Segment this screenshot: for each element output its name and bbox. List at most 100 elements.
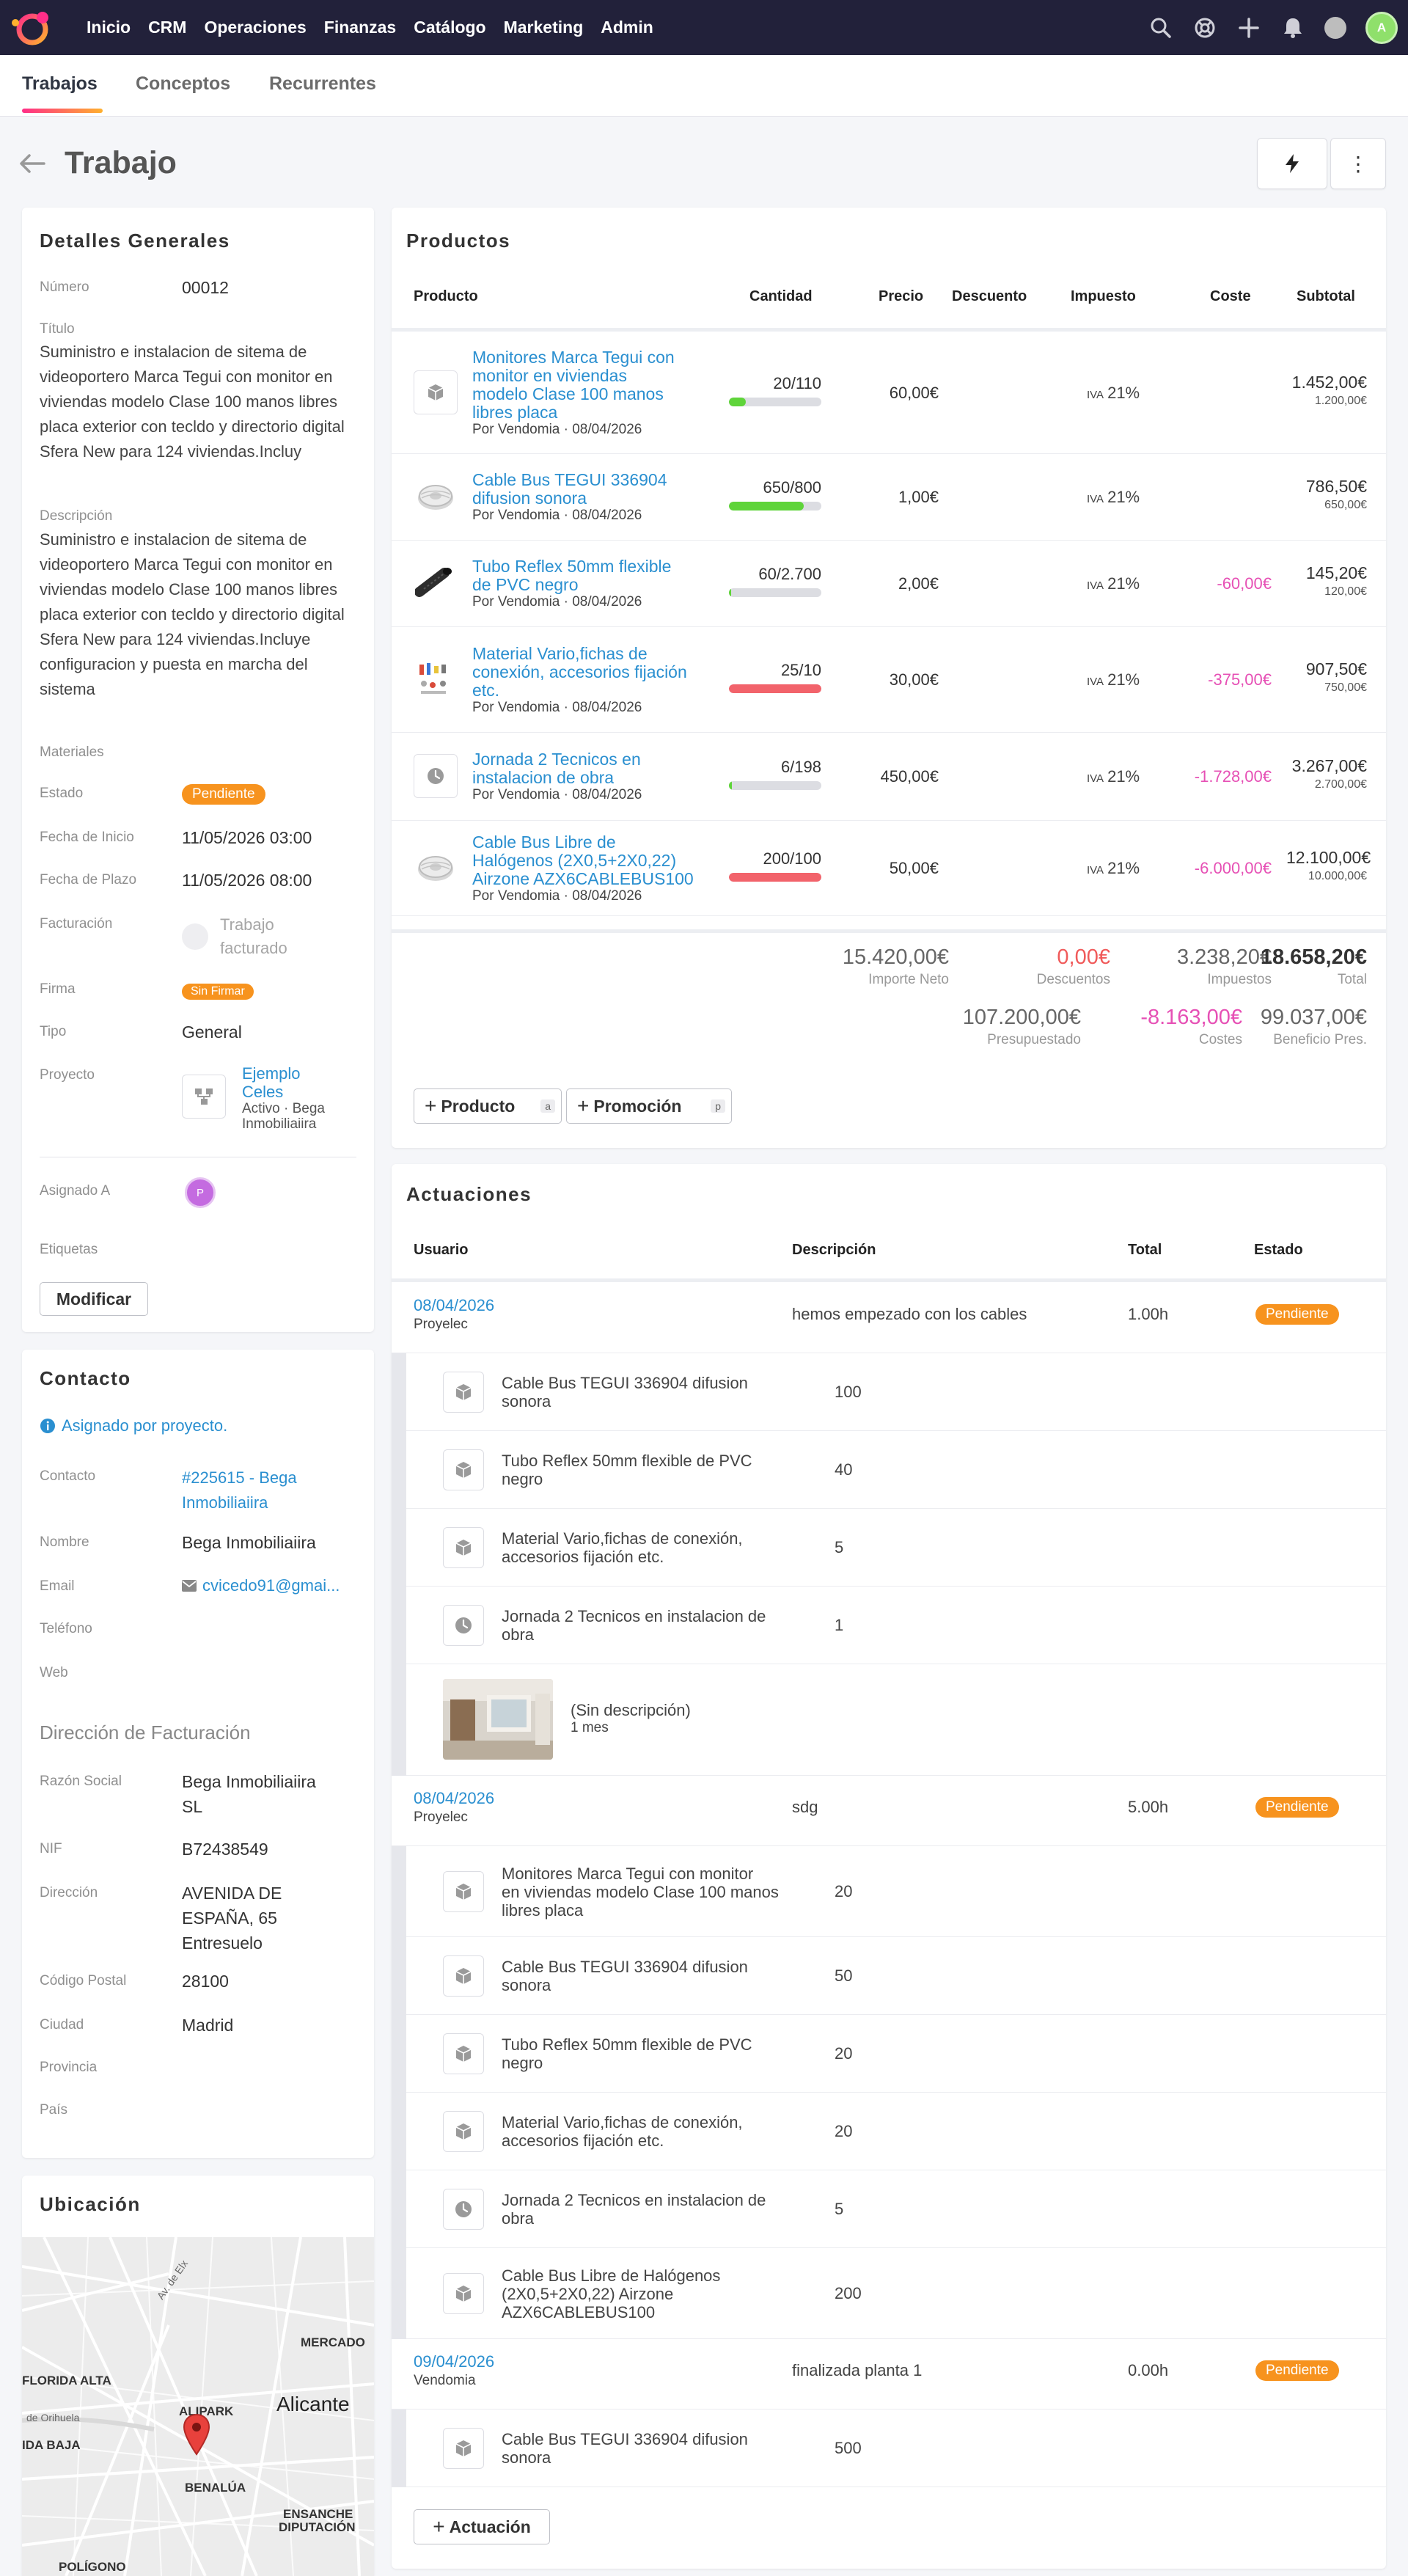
material-thumb xyxy=(414,657,458,701)
asignado-label: Asignado A xyxy=(40,1183,111,1199)
add-promotion-button[interactable]: + Promoción p xyxy=(566,1088,732,1124)
actuacion-item-name: Cable Bus TEGUI 336904 difusion sonora xyxy=(502,1374,824,1410)
product-row[interactable]: Monitores Marca Tegui con monitor en vivi… xyxy=(392,332,1386,454)
contact-link[interactable]: #225615 - Bega Inmobiliaiira xyxy=(182,1466,297,1515)
project-link[interactable]: Ejemplo Celes xyxy=(242,1064,300,1101)
menu-inicio[interactable]: Inicio xyxy=(87,18,131,37)
qty-progress-fill xyxy=(729,684,821,693)
actuacion-item: Material Vario,fichas de conexión, acceso… xyxy=(406,2093,1386,2170)
actuacion-date-link[interactable]: 09/04/2026 xyxy=(414,2352,494,2371)
estado-badge[interactable]: Pendiente xyxy=(182,784,265,805)
menu-marketing[interactable]: Marketing xyxy=(504,18,584,37)
modificar-button[interactable]: Modificar xyxy=(40,1282,148,1316)
product-tax: IVA 21% xyxy=(1087,384,1140,403)
tax-rate: 21% xyxy=(1107,488,1140,506)
actuacion-row[interactable]: 08/04/2026 Proyelec hemos empezado con l… xyxy=(392,1283,1386,1353)
tax-prefix: IVA xyxy=(1087,389,1104,401)
add-product-button[interactable]: + Producto a xyxy=(414,1088,562,1124)
quick-actions-button[interactable] xyxy=(1257,138,1327,189)
actuacion-state-badge[interactable]: Pendiente xyxy=(1255,1304,1339,1325)
info-icon xyxy=(40,1419,55,1433)
group-indent-bar xyxy=(392,1846,406,2339)
actuacion-date-link[interactable]: 08/04/2026 xyxy=(414,1789,494,1808)
actuacion-photo-item[interactable]: (Sin descripción) 1 mes xyxy=(406,1664,1386,1776)
pais-label: País xyxy=(40,2102,68,2118)
details-title: Detalles Generales xyxy=(40,230,230,252)
product-subtotal: 3.267,00€ xyxy=(1291,756,1367,775)
product-row[interactable]: Material Vario,fichas de conexión, acceso… xyxy=(392,627,1386,733)
product-row[interactable]: Cable Bus Libre de Halógenos (2X0,5+2X0,2… xyxy=(392,821,1386,916)
add-promotion-label: Promoción xyxy=(593,1096,682,1116)
menu-finanzas[interactable]: Finanzas xyxy=(324,18,396,37)
add-actuacion-button[interactable]: + Actuación xyxy=(414,2509,550,2544)
product-name-link[interactable]: Tubo Reflex 50mm flexible de PVC negro xyxy=(472,557,714,594)
actuacion-row[interactable]: 09/04/2026 Vendomia finalizada planta 1 … xyxy=(392,2339,1386,2409)
product-name-link[interactable]: Cable Bus Libre de Halógenos (2X0,5+2X0,2… xyxy=(472,833,714,888)
ciudad-label: Ciudad xyxy=(40,2017,84,2032)
map-label-mercado: MERCADO xyxy=(301,2335,365,2349)
actuacion-item-line: AZX6CABLEBUS100 xyxy=(502,2303,656,2321)
product-name-line: Airzone AZX6CABLEBUS100 xyxy=(472,869,694,888)
product-name-link[interactable]: Jornada 2 Tecnicos en instalacion de obra xyxy=(472,750,714,787)
menu-operaciones[interactable]: Operaciones xyxy=(204,18,306,37)
user-avatar[interactable]: A xyxy=(1365,11,1398,44)
tipo-value: General xyxy=(182,1022,242,1042)
tax-prefix: IVA xyxy=(1087,493,1104,505)
actuacion-date-link[interactable]: 08/04/2026 xyxy=(414,1296,494,1315)
product-row[interactable]: Tubo Reflex 50mm flexible de PVC negro Po… xyxy=(392,541,1386,627)
actuacion-item-line: en viviendas modelo Clase 100 manos xyxy=(502,1883,779,1901)
tipo-label: Tipo xyxy=(40,1024,67,1039)
actuacion-item: Cable Bus Libre de Halógenos (2X0,5+2X0,2… xyxy=(406,2248,1386,2339)
assignee-avatar[interactable]: P xyxy=(185,1177,216,1208)
qty-progress-fill xyxy=(729,588,731,597)
status-dot[interactable] xyxy=(1324,16,1346,39)
total-beneficio-label: Beneficio Pres. xyxy=(1273,1032,1367,1047)
actuacion-state-badge[interactable]: Pendiente xyxy=(1255,2360,1339,2381)
map-label-poligono: POLÍGONO xyxy=(59,2560,126,2574)
actuacion-total: 5.00h xyxy=(1128,1798,1169,1816)
product-name-line: monitor en viviendas xyxy=(472,366,627,385)
product-name-line: Cable Bus Libre de xyxy=(472,833,616,852)
actuacion-item-line: negro xyxy=(502,2054,543,2072)
actuacion-user: Proyelec xyxy=(414,1810,468,1825)
actuacion-item-qty: 1 xyxy=(835,1616,844,1634)
bell-icon[interactable] xyxy=(1280,15,1305,40)
map-pin-icon[interactable] xyxy=(182,2413,211,2456)
product-name-link[interactable]: Monitores Marca Tegui con monitor en vivi… xyxy=(472,348,714,422)
nombre-label: Nombre xyxy=(40,1534,89,1550)
location-title: Ubicación xyxy=(40,2193,141,2215)
actuacion-item: Material Vario,fichas de conexión, acceso… xyxy=(406,1509,1386,1587)
map[interactable]: FLORIDA ALTA ALIPARK Alicante MERCADO ID… xyxy=(22,2236,374,2576)
actuacion-item-line: Jornada 2 Tecnicos en instalacion de xyxy=(502,2191,766,2209)
app-logo[interactable] xyxy=(10,9,56,47)
facturacion-toggle[interactable] xyxy=(182,923,208,950)
actuacion-row[interactable]: 08/04/2026 Proyelec sdg 5.00h Pendiente xyxy=(392,1776,1386,1846)
product-name-link[interactable]: Material Vario,fichas de conexión, acceso… xyxy=(472,645,714,700)
back-arrow-icon[interactable] xyxy=(19,153,45,181)
more-options-button[interactable]: ⋮ xyxy=(1330,138,1386,189)
product-row[interactable]: Cable Bus TEGUI 336904 difusion sonora Po… xyxy=(392,454,1386,541)
firma-label: Firma xyxy=(40,981,76,997)
room-photo[interactable] xyxy=(443,1679,553,1760)
project-line1: Ejemplo xyxy=(242,1064,301,1083)
inicio-value: 11/05/2026 03:00 xyxy=(182,828,312,847)
tube-thumb xyxy=(414,561,458,605)
menu-admin[interactable]: Admin xyxy=(601,18,653,37)
total-descuentos-label: Descuentos xyxy=(1036,972,1110,987)
tab-trabajos[interactable]: Trabajos xyxy=(22,73,98,95)
tab-recurrentes[interactable]: Recurrentes xyxy=(269,73,376,95)
clock-icon xyxy=(443,2189,484,2230)
search-icon[interactable] xyxy=(1148,15,1173,40)
col-producto: Producto xyxy=(414,288,478,304)
add-icon[interactable] xyxy=(1236,15,1261,40)
razon-value: Bega Inmobiliaiira SL xyxy=(182,1769,316,1819)
menu-catalogo[interactable]: Catálogo xyxy=(414,18,485,37)
tab-conceptos[interactable]: Conceptos xyxy=(136,73,230,95)
product-name-link[interactable]: Cable Bus TEGUI 336904 difusion sonora xyxy=(472,471,714,508)
total-beneficio: 99.037,00€ xyxy=(1260,1006,1367,1029)
help-lifebuoy-icon[interactable] xyxy=(1192,15,1217,40)
email-link[interactable]: cvicedo91@gmai... xyxy=(182,1576,340,1595)
actuacion-state-badge[interactable]: Pendiente xyxy=(1255,1797,1339,1818)
product-row[interactable]: Jornada 2 Tecnicos en instalacion de obra… xyxy=(392,733,1386,821)
menu-crm[interactable]: CRM xyxy=(148,18,186,37)
